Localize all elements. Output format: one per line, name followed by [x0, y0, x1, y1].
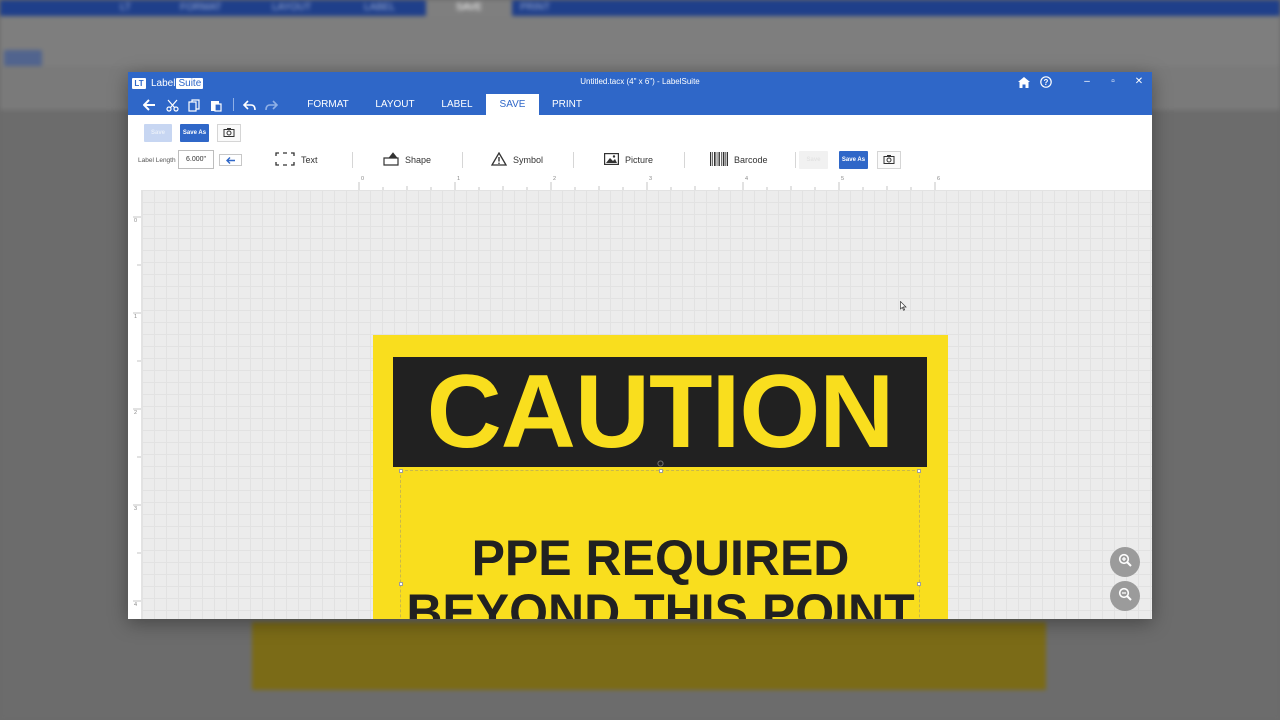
window-title: Untitled.tacx (4" x 6") - LabelSuite [580, 77, 700, 86]
background-toolbar [0, 16, 1280, 72]
caution-header-text[interactable]: CAUTION [393, 357, 927, 467]
label-length-input[interactable]: 6.000" [178, 150, 214, 169]
resize-handle[interactable] [659, 469, 663, 473]
caution-label[interactable]: CAUTION PPE REQUIRED BEYOND THIS POINT [373, 335, 948, 619]
zoom-in-button[interactable] [1110, 547, 1140, 577]
tab-save[interactable]: SAVE [486, 94, 539, 115]
snapshot-button[interactable] [217, 124, 241, 142]
mouse-cursor-icon [900, 298, 907, 311]
ruler-number: 3 [649, 176, 653, 182]
ruler-number: 6 [937, 176, 941, 182]
zoom-out-button[interactable] [1110, 581, 1140, 611]
background-tab: LT [120, 2, 131, 13]
body-line-1[interactable]: PPE REQUIRED [373, 531, 948, 585]
ruler-number: 1 [457, 176, 461, 182]
picture-tool[interactable]: Picture [604, 151, 653, 169]
resize-handle[interactable] [917, 469, 921, 473]
body-line-2[interactable]: BEYOND THIS POINT [373, 585, 948, 619]
warning-triangle-icon [490, 151, 508, 168]
tab-layout[interactable]: LAYOUT [366, 94, 424, 115]
tool-separator [573, 152, 574, 168]
ruler-number: 3 [134, 506, 138, 512]
redo-icon[interactable] [263, 97, 279, 113]
label-length-apply-button[interactable] [219, 154, 242, 166]
tab-label[interactable]: LABEL [432, 94, 482, 115]
cut-icon[interactable] [164, 97, 180, 113]
save-as-button-secondary[interactable]: Save As [839, 151, 868, 169]
save-button[interactable]: Save [144, 124, 172, 142]
ruler-number: 2 [553, 176, 557, 182]
menu-separator [233, 98, 234, 111]
snapshot-button-secondary[interactable] [877, 151, 901, 169]
ruler-number: 0 [361, 176, 365, 182]
ruler-number: 4 [745, 176, 749, 182]
save-button-secondary[interactable]: Save [799, 151, 828, 169]
barcode-tool[interactable]: Barcode [710, 151, 768, 169]
text-tool-label: Text [301, 155, 318, 165]
shape-tool[interactable]: Shape [383, 151, 431, 169]
ruler-number: 1 [134, 314, 138, 320]
text-frame-icon [275, 152, 295, 168]
ruler-number: 2 [134, 410, 138, 416]
camera-icon [223, 124, 235, 142]
tool-separator [684, 152, 685, 168]
ruler-number: 5 [841, 176, 845, 182]
rotate-handle-icon[interactable] [657, 454, 664, 467]
help-icon[interactable]: ? [1039, 75, 1053, 89]
text-tool[interactable]: Text [275, 151, 318, 169]
zoom-out-icon [1118, 587, 1132, 606]
ruler-number: 4 [134, 602, 138, 608]
background-tab: LABEL [364, 2, 396, 13]
picture-tool-label: Picture [625, 155, 654, 165]
restore-button[interactable]: ▫ [1103, 74, 1123, 90]
design-canvas[interactable]: CAUTION PPE REQUIRED BEYOND THIS POINT [142, 190, 1152, 619]
tab-format[interactable]: FORMAT [300, 94, 356, 115]
save-as-button[interactable]: Save As [180, 124, 209, 142]
shape-tool-label: Shape [405, 155, 432, 165]
resize-handle[interactable] [399, 469, 403, 473]
ruler-number: 0 [134, 218, 138, 224]
barcode-tool-label: Barcode [734, 155, 768, 165]
background-titlebar: LT FORMAT LAYOUT LABEL SAVE PRINT [0, 0, 1280, 16]
label-body-text[interactable]: PPE REQUIRED BEYOND THIS POINT [373, 531, 948, 619]
symbol-tool-label: Symbol [513, 155, 544, 165]
tab-print[interactable]: PRINT [544, 94, 590, 115]
background-tab: SAVE [426, 0, 512, 16]
camera-icon [883, 151, 895, 169]
undo-icon[interactable] [241, 97, 257, 113]
symbol-tool[interactable]: Symbol [490, 151, 544, 169]
copy-icon[interactable] [186, 97, 202, 113]
svg-text:?: ? [1044, 78, 1049, 87]
top-ruler: 0 1 2 3 4 5 6 [128, 176, 1152, 191]
tool-separator [352, 152, 353, 168]
title-bar: LT Label Suite Untitled.tacx (4" x 6") - … [128, 72, 1152, 94]
zoom-in-icon [1118, 553, 1132, 572]
left-ruler-ticks [133, 216, 141, 602]
paste-icon[interactable] [208, 97, 224, 113]
shape-icon [383, 152, 399, 168]
caution-header-band[interactable]: CAUTION [393, 357, 927, 467]
home-icon[interactable] [1017, 75, 1031, 89]
minimize-button[interactable]: – [1077, 74, 1097, 90]
top-ruler-ticks [358, 182, 936, 190]
background-label [252, 622, 1046, 690]
background-tab: PRINT [520, 2, 550, 13]
background-tab: FORMAT [180, 2, 222, 13]
labelsuite-window: LT Label Suite Untitled.tacx (4" x 6") - … [128, 72, 1152, 619]
back-arrow-icon[interactable] [141, 97, 157, 113]
tool-separator [795, 152, 796, 168]
background-tab: LAYOUT [272, 2, 312, 13]
label-length-label: Label Length [138, 157, 176, 164]
close-button[interactable]: ✕ [1129, 74, 1149, 90]
picture-icon [604, 153, 620, 167]
left-ruler: 0 1 2 3 4 [128, 190, 142, 619]
left-arrow-icon [225, 151, 236, 169]
tool-separator [462, 152, 463, 168]
menu-bar: FORMAT LAYOUT LABEL SAVE PRINT [128, 94, 1152, 115]
barcode-icon [710, 152, 728, 168]
